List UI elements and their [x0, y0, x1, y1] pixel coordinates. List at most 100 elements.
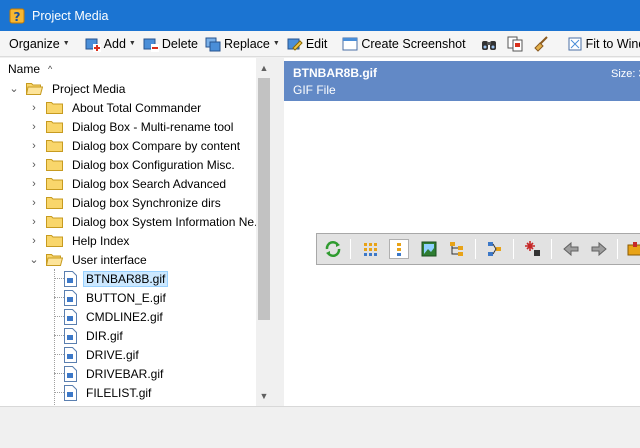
edit-media-icon: [287, 38, 303, 51]
folder-icon: [46, 159, 63, 171]
create-screenshot-button[interactable]: Create Screenshot: [339, 33, 468, 55]
back-arrow-icon: [563, 241, 579, 257]
tree-file[interactable]: CMDLINE2.gif: [64, 307, 166, 326]
chevron-down-icon: ▼: [62, 40, 70, 47]
collapse-arrow-icon[interactable]: ⌄: [8, 82, 20, 95]
scroll-down-icon[interactable]: ▼: [256, 388, 272, 404]
tree-folder[interactable]: › Dialog box Synchronize dirs: [28, 193, 224, 212]
expand-arrow-icon[interactable]: ›: [28, 216, 40, 228]
image-file-icon: [64, 289, 77, 306]
replace-media-icon: [205, 37, 221, 51]
tree-folder-label: About Total Commander: [72, 100, 202, 115]
toolbar-separator: [513, 239, 514, 259]
folder-open-icon: [26, 83, 43, 95]
tree-file-label: DIR.gif: [86, 328, 123, 343]
fit-to-window-button[interactable]: Fit to Window: [564, 33, 640, 55]
expand-arrow-icon[interactable]: ›: [28, 121, 40, 133]
tree-file-label: BTNBAR8B.gif: [83, 270, 169, 287]
title-bar: ? Project Media: [0, 0, 640, 31]
tree-file-label: FILELIST.gif: [86, 385, 152, 400]
image-file-icon: [64, 384, 77, 401]
add-media-icon: [85, 38, 101, 52]
delete-button[interactable]: Delete: [140, 33, 201, 55]
filter-icon: [488, 242, 501, 256]
tree-view-icon: [450, 242, 463, 256]
expand-arrow-icon[interactable]: ›: [28, 159, 40, 171]
tree-file[interactable]: DRIVEBAR.gif: [64, 364, 166, 383]
tree-guide-line: [54, 316, 64, 317]
tree-file[interactable]: BTNBAR8B.gif: [64, 269, 169, 288]
replace-button[interactable]: Replace ▼: [202, 33, 283, 55]
tree-guide-line: [54, 392, 64, 393]
tree-folder-label: Help Index: [72, 233, 130, 248]
organize-button[interactable]: Organize ▼: [6, 33, 73, 55]
expand-arrow-icon[interactable]: ›: [28, 197, 40, 209]
tree-file-label: BUTTON_E.gif: [86, 290, 166, 305]
tree-folder-label: Dialog box Compare by content: [72, 138, 241, 153]
folder-icon: [46, 102, 63, 114]
tree-file-label: DRIVEBAR.gif: [86, 366, 164, 381]
delete-media-icon: [143, 38, 159, 52]
folder-icon: [46, 197, 63, 209]
chevron-down-icon: ▼: [128, 40, 136, 47]
tree-file[interactable]: FILELIST.gif: [64, 383, 154, 402]
preview-filename: BTNBAR8B.gif: [293, 66, 377, 80]
fit-to-window-label: Fit to Window: [585, 36, 640, 51]
tree-scrollbar[interactable]: ▲ ▼: [256, 58, 272, 406]
tree-folder-label: Dialog Box - Multi-rename tool: [72, 119, 234, 134]
archive-icon: [627, 242, 640, 256]
picture-icon: [421, 241, 437, 257]
window-title: Project Media: [32, 8, 109, 23]
tree-folder[interactable]: › Dialog box Configuration Misc.: [28, 155, 238, 174]
tree-folder-label: Dialog box Configuration Misc.: [72, 157, 235, 172]
folder-open-icon: [46, 254, 63, 266]
tree-folder[interactable]: › Dialog box System Information Ne...: [28, 212, 267, 231]
scrollbar-thumb[interactable]: [258, 78, 270, 320]
image-file-icon: [64, 308, 77, 325]
delete-label: Delete: [161, 36, 198, 51]
tree-folder[interactable]: › Help Index: [28, 231, 132, 250]
tree-folder[interactable]: › Dialog box Search Advanced: [28, 174, 229, 193]
tree-guide-line: [54, 335, 64, 336]
svg-text:?: ?: [14, 10, 21, 24]
tree-file[interactable]: DRIVE.gif: [64, 345, 142, 364]
name-column-header[interactable]: Name ^: [0, 58, 256, 80]
scroll-up-icon[interactable]: ▲: [256, 60, 272, 76]
tree-folder[interactable]: › Dialog Box - Multi-rename tool: [28, 117, 236, 136]
edit-label: Edit: [305, 36, 328, 51]
toolbar-separator: [350, 239, 351, 259]
tree-folder-label: User interface: [72, 252, 147, 267]
find-button[interactable]: [478, 33, 503, 55]
folder-icon: [46, 140, 63, 152]
status-bar: [0, 406, 640, 448]
expand-arrow-icon[interactable]: ›: [28, 178, 40, 190]
tree-folder[interactable]: ⌄ User interface: [28, 250, 150, 269]
folder-icon: [46, 216, 63, 228]
tree-root[interactable]: ⌄ Project Media: [8, 79, 128, 98]
image-file-icon: [64, 365, 77, 382]
add-button[interactable]: Add ▼: [82, 33, 139, 55]
expand-arrow-icon[interactable]: ›: [28, 235, 40, 247]
tree-file[interactable]: DIR.gif: [64, 326, 126, 345]
expand-arrow-icon[interactable]: ›: [28, 140, 40, 152]
tree-file[interactable]: BUTTON_E.gif: [64, 288, 169, 307]
clean-button[interactable]: [530, 33, 555, 55]
tree-guide-line: [54, 354, 64, 355]
list-view-icon: [389, 239, 409, 259]
expand-arrow-icon[interactable]: ›: [28, 102, 40, 114]
tree-folder[interactable]: › About Total Commander: [28, 98, 204, 117]
binoculars-icon: [481, 40, 496, 50]
copy-button[interactable]: [504, 33, 529, 55]
edit-button[interactable]: Edit: [284, 33, 331, 55]
collapse-arrow-icon[interactable]: ⌄: [28, 253, 40, 266]
fit-window-icon: [568, 37, 582, 50]
tree-folder[interactable]: › Dialog box Compare by content: [28, 136, 243, 155]
preview-pane: [284, 58, 640, 406]
toolbar-separator: [475, 239, 476, 259]
media-tree: Name ^ ⌄ Project Media › About Total Com…: [0, 58, 272, 406]
preview-filetype: GIF File: [293, 83, 336, 97]
copy-icon: [507, 36, 523, 51]
name-header-label: Name: [8, 62, 41, 76]
preview-header: BTNBAR8B.gif GIF File Size: 3: [284, 61, 640, 101]
add-label: Add: [103, 36, 126, 51]
